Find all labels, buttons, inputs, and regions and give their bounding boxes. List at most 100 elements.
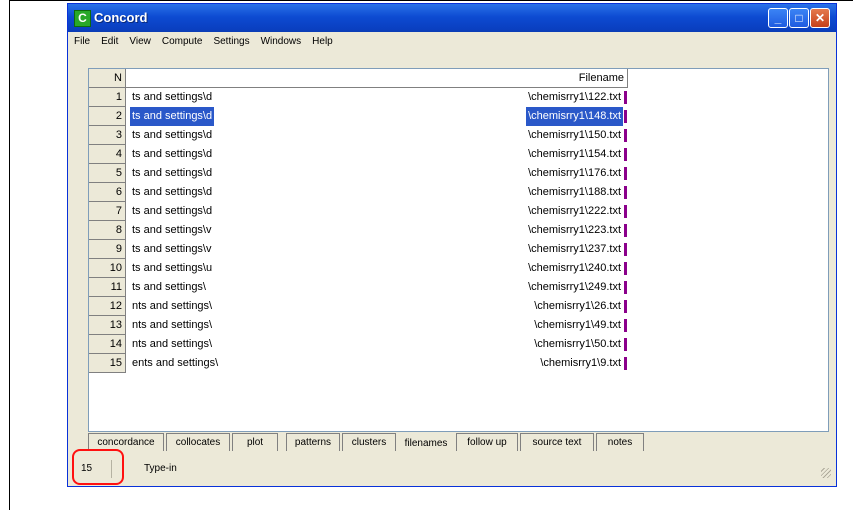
path-cell: ts and settings\d: [132, 148, 213, 160]
row-number: 10: [89, 259, 126, 278]
close-button[interactable]: ✕: [810, 8, 830, 28]
maximize-icon: □: [795, 11, 803, 25]
tab-clusters[interactable]: clusters: [342, 433, 396, 451]
menu-compute[interactable]: Compute: [156, 32, 208, 47]
end-marker: [624, 319, 627, 332]
row-number: 9: [89, 240, 126, 259]
path-cell: ts and settings\d: [132, 91, 213, 103]
end-marker: [624, 281, 627, 294]
menu-edit[interactable]: Edit: [95, 32, 123, 47]
row-number: 6: [89, 183, 126, 202]
menu-file[interactable]: File: [68, 32, 95, 47]
row-number: 2: [89, 107, 126, 126]
table-row[interactable]: 11 ts and settings\ \chemisrry1\249.txt: [89, 278, 649, 297]
path-cell: ts and settings\v: [132, 224, 212, 236]
path-cell: ts and settings\d: [132, 129, 213, 141]
menu-view[interactable]: View: [123, 32, 156, 47]
maximize-button[interactable]: □: [789, 8, 809, 28]
status-mode: Type-in: [144, 463, 177, 474]
end-marker: [624, 357, 627, 370]
path-cell: ts and settings\d: [132, 167, 213, 179]
tab-bar: concordance collocates plot patterns clu…: [88, 433, 829, 453]
table-row[interactable]: 13 nts and settings\ \chemisrry1\49.txt: [89, 316, 649, 335]
table-row[interactable]: 14 nts and settings\ \chemisrry1\50.txt: [89, 335, 649, 354]
filename-cell: \chemisrry1\154.txt: [528, 148, 621, 160]
table-row[interactable]: 1 ts and settings\d \chemisrry1\122.txt: [89, 88, 649, 107]
end-marker: [624, 243, 627, 256]
highlight-circle: [72, 449, 124, 485]
path-cell: nts and settings\: [132, 319, 213, 331]
filename-cell: \chemisrry1\176.txt: [528, 167, 621, 179]
row-number: 8: [89, 221, 126, 240]
menu-help[interactable]: Help: [306, 32, 338, 47]
path-cell: ts and settings\d: [132, 186, 213, 198]
table-row[interactable]: 8 ts and settings\v \chemisrry1\223.txt: [89, 221, 649, 240]
filename-cell: \chemisrry1\240.txt: [528, 262, 621, 274]
table-row[interactable]: 10 ts and settings\u \chemisrry1\240.txt: [89, 259, 649, 278]
row-number: 3: [89, 126, 126, 145]
row-number: 7: [89, 202, 126, 221]
concord-app-icon: C: [74, 10, 91, 27]
path-cell: ts and settings\u: [132, 262, 213, 274]
column-header-n[interactable]: N: [89, 69, 126, 88]
filename-cell: \chemisrry1\188.txt: [528, 186, 621, 198]
end-marker: [624, 91, 627, 104]
resize-grip-icon[interactable]: [821, 468, 831, 478]
filename-cell: \chemisrry1\122.txt: [528, 91, 621, 103]
filename-cell: \chemisrry1\249.txt: [528, 281, 621, 293]
filename-cell: \chemisrry1\237.txt: [528, 243, 621, 255]
filename-cell: \chemisrry1\222.txt: [528, 205, 621, 217]
filename-cell: \chemisrry1\148.txt: [526, 107, 623, 126]
table-row[interactable]: 12 nts and settings\ \chemisrry1\26.txt: [89, 297, 649, 316]
filename-cell: \chemisrry1\223.txt: [528, 224, 621, 236]
path-cell: nts and settings\: [132, 300, 213, 312]
end-marker: [624, 262, 627, 275]
end-marker: [624, 338, 627, 351]
end-marker: [624, 129, 627, 142]
title-bar[interactable]: C Concord _ □ ✕: [68, 4, 836, 32]
tab-follow-up[interactable]: follow up: [456, 433, 518, 451]
table-row[interactable]: 3 ts and settings\d \chemisrry1\150.txt: [89, 126, 649, 145]
path-cell: nts and settings\: [132, 338, 213, 350]
end-marker: [624, 205, 627, 218]
row-number: 14: [89, 335, 126, 354]
end-marker: [624, 110, 627, 123]
column-header-filename[interactable]: Filename: [126, 69, 628, 88]
row-number: 15: [89, 354, 126, 373]
tab-notes[interactable]: notes: [596, 433, 644, 451]
table-row[interactable]: 9 ts and settings\v \chemisrry1\237.txt: [89, 240, 649, 259]
close-icon: ✕: [814, 11, 826, 25]
filename-cell: \chemisrry1\49.txt: [534, 319, 621, 331]
tab-source-text[interactable]: source text: [520, 433, 594, 451]
path-cell: ts and settings\d: [130, 107, 215, 126]
minimize-button[interactable]: _: [768, 8, 788, 28]
minimize-icon: _: [774, 11, 782, 25]
filename-cell: \chemisrry1\50.txt: [534, 338, 621, 350]
row-number: 5: [89, 164, 126, 183]
table-row[interactable]: 2 ts and settings\d \chemisrry1\148.txt: [89, 107, 649, 126]
table-row[interactable]: 6 ts and settings\d \chemisrry1\188.txt: [89, 183, 649, 202]
table-row[interactable]: 5 ts and settings\d \chemisrry1\176.txt: [89, 164, 649, 183]
row-number: 1: [89, 88, 126, 107]
filename-cell: \chemisrry1\150.txt: [528, 129, 621, 141]
path-cell: ents and settings\: [132, 357, 219, 369]
filename-cell: \chemisrry1\26.txt: [534, 300, 621, 312]
end-marker: [624, 186, 627, 199]
menu-bar: File Edit View Compute Settings Windows Help: [68, 32, 836, 52]
window-title: Concord: [94, 10, 148, 25]
menu-windows[interactable]: Windows: [255, 32, 307, 47]
menu-settings[interactable]: Settings: [207, 32, 254, 47]
concord-window: C Concord _ □ ✕ File Edit View Compute Setti…: [67, 3, 837, 487]
table-row[interactable]: 4 ts and settings\d \chemisrry1\154.txt: [89, 145, 649, 164]
table-row[interactable]: 15 ents and settings\ \chemisrry1\9.txt: [89, 354, 649, 373]
tab-patterns[interactable]: patterns: [286, 433, 340, 451]
table-row[interactable]: 7 ts and settings\d \chemisrry1\222.txt: [89, 202, 649, 221]
filename-cell: \chemisrry1\9.txt: [540, 357, 621, 369]
path-cell: ts and settings\v: [132, 243, 212, 255]
tab-collocates[interactable]: collocates: [166, 433, 230, 451]
end-marker: [624, 167, 627, 180]
filenames-table[interactable]: N Filename 1 ts and settings\d \chemisrry1…: [88, 68, 829, 432]
row-number: 13: [89, 316, 126, 335]
tab-filenames[interactable]: filenames: [398, 435, 454, 453]
tab-plot[interactable]: plot: [232, 433, 278, 451]
